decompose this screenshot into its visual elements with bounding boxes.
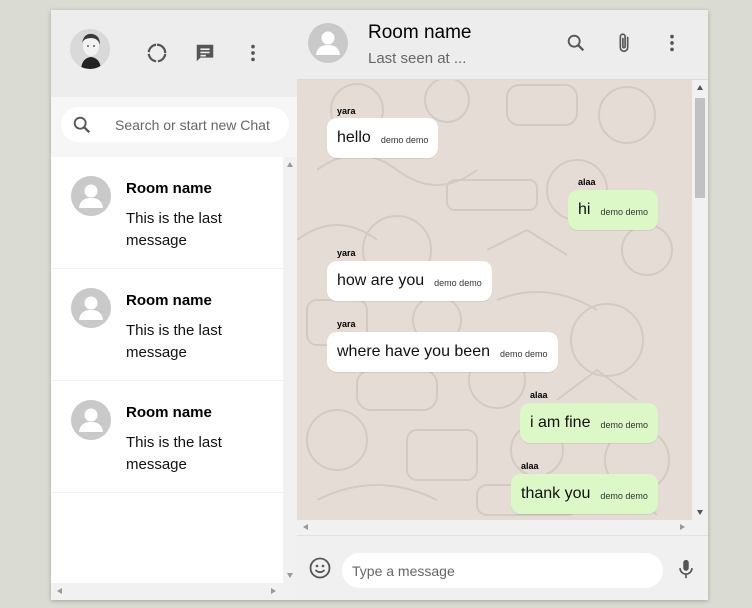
scrollbar-corner (692, 520, 708, 535)
message-timestamp: demo demo (600, 207, 648, 217)
message-sender: yara (337, 319, 356, 329)
message-bubble-sent[interactable]: thank you demo demo (511, 474, 658, 514)
scroll-left-arrow-icon[interactable] (57, 588, 62, 594)
attach-icon[interactable] (612, 31, 636, 55)
message-sender: alaa (521, 461, 539, 471)
room-avatar-icon[interactable] (308, 23, 348, 63)
emoji-icon[interactable] (308, 556, 332, 580)
chat-list-item[interactable]: Room name This is the last message (51, 157, 283, 269)
avatar-placeholder-icon (71, 400, 111, 440)
message-text: how are you (337, 272, 425, 289)
sidebar-header (51, 10, 297, 97)
new-chat-icon[interactable] (193, 41, 217, 65)
message-timestamp: demo demo (600, 420, 648, 430)
last-seen-status: Last seen at ... (368, 50, 467, 67)
message-input[interactable] (342, 553, 663, 588)
scroll-right-arrow-icon[interactable] (680, 524, 685, 530)
message-area[interactable]: yara hello demo demo alaa hi demo demo y… (297, 80, 692, 520)
chat-list-item[interactable]: Room name This is the last message (51, 381, 283, 493)
message-timestamp: demo demo (380, 135, 429, 145)
message-sender: yara (337, 106, 356, 116)
chat-room-name: Room name (126, 404, 212, 421)
message-bubble-sent[interactable]: hi demo demo (568, 190, 658, 230)
message-bubble-received[interactable]: hello demo demo (327, 118, 439, 158)
message-composer (297, 535, 708, 600)
scrollbar-thumb[interactable] (695, 98, 705, 198)
search-bar (51, 97, 297, 157)
more-vert-icon[interactable] (660, 31, 684, 55)
chat-panel: Room name Last seen at ... yara hello de… (297, 10, 708, 600)
chat-list-item[interactable]: Room name This is the last message (51, 269, 283, 381)
scroll-left-arrow-icon[interactable] (303, 524, 308, 530)
message-timestamp: demo demo (500, 349, 548, 359)
message-text: hi (578, 201, 591, 218)
avatar-placeholder-icon (71, 176, 111, 216)
message-sender: alaa (530, 390, 548, 400)
scroll-up-arrow-icon[interactable] (697, 85, 703, 90)
scroll-down-arrow-icon[interactable] (287, 573, 293, 578)
chat-header: Room name Last seen at ... (297, 10, 708, 80)
search-box[interactable] (61, 107, 289, 142)
message-timestamp: demo demo (434, 278, 482, 288)
scrollbar-corner (283, 583, 297, 600)
message-bubble-sent[interactable]: i am fine demo demo (520, 403, 658, 443)
chat-last-message: This is the last message (126, 434, 222, 473)
sidebar-vertical-scrollbar[interactable] (283, 157, 297, 583)
message-sender: alaa (578, 177, 596, 187)
chat-last-message: This is the last message (126, 322, 222, 361)
messages-vertical-scrollbar[interactable] (692, 80, 708, 520)
mic-icon[interactable] (675, 558, 697, 580)
sidebar-horizontal-scrollbar[interactable] (51, 583, 283, 600)
search-icon (73, 116, 91, 134)
user-avatar[interactable] (70, 29, 110, 69)
room-name: Room name (368, 22, 472, 43)
scroll-down-arrow-icon[interactable] (697, 510, 703, 515)
message-text: thank you (521, 485, 591, 502)
message-bubble-received[interactable]: where have you been demo demo (327, 332, 558, 372)
sidebar: Room name This is the last message Room … (51, 10, 297, 600)
message-timestamp: demo demo (600, 491, 648, 501)
search-icon[interactable] (564, 31, 588, 55)
chat-list: Room name This is the last message Room … (51, 157, 283, 583)
chat-room-name: Room name (126, 292, 212, 309)
message-sender: yara (337, 248, 356, 258)
avatar-placeholder-icon (71, 288, 111, 328)
message-text: hello (337, 129, 371, 146)
message-bubble-received[interactable]: how are you demo demo (327, 261, 492, 301)
scroll-right-arrow-icon[interactable] (271, 588, 276, 594)
search-input[interactable] (115, 107, 285, 142)
message-text: where have you been (337, 343, 490, 360)
scroll-up-arrow-icon[interactable] (287, 162, 293, 167)
chat-last-message: This is the last message (126, 210, 222, 249)
message-text: i am fine (530, 414, 591, 431)
chat-app: Room name This is the last message Room … (51, 10, 708, 600)
messages-horizontal-scrollbar[interactable] (297, 520, 692, 535)
chat-room-name: Room name (126, 180, 212, 197)
more-vert-icon[interactable] (241, 41, 265, 65)
status-icon[interactable] (145, 41, 169, 65)
